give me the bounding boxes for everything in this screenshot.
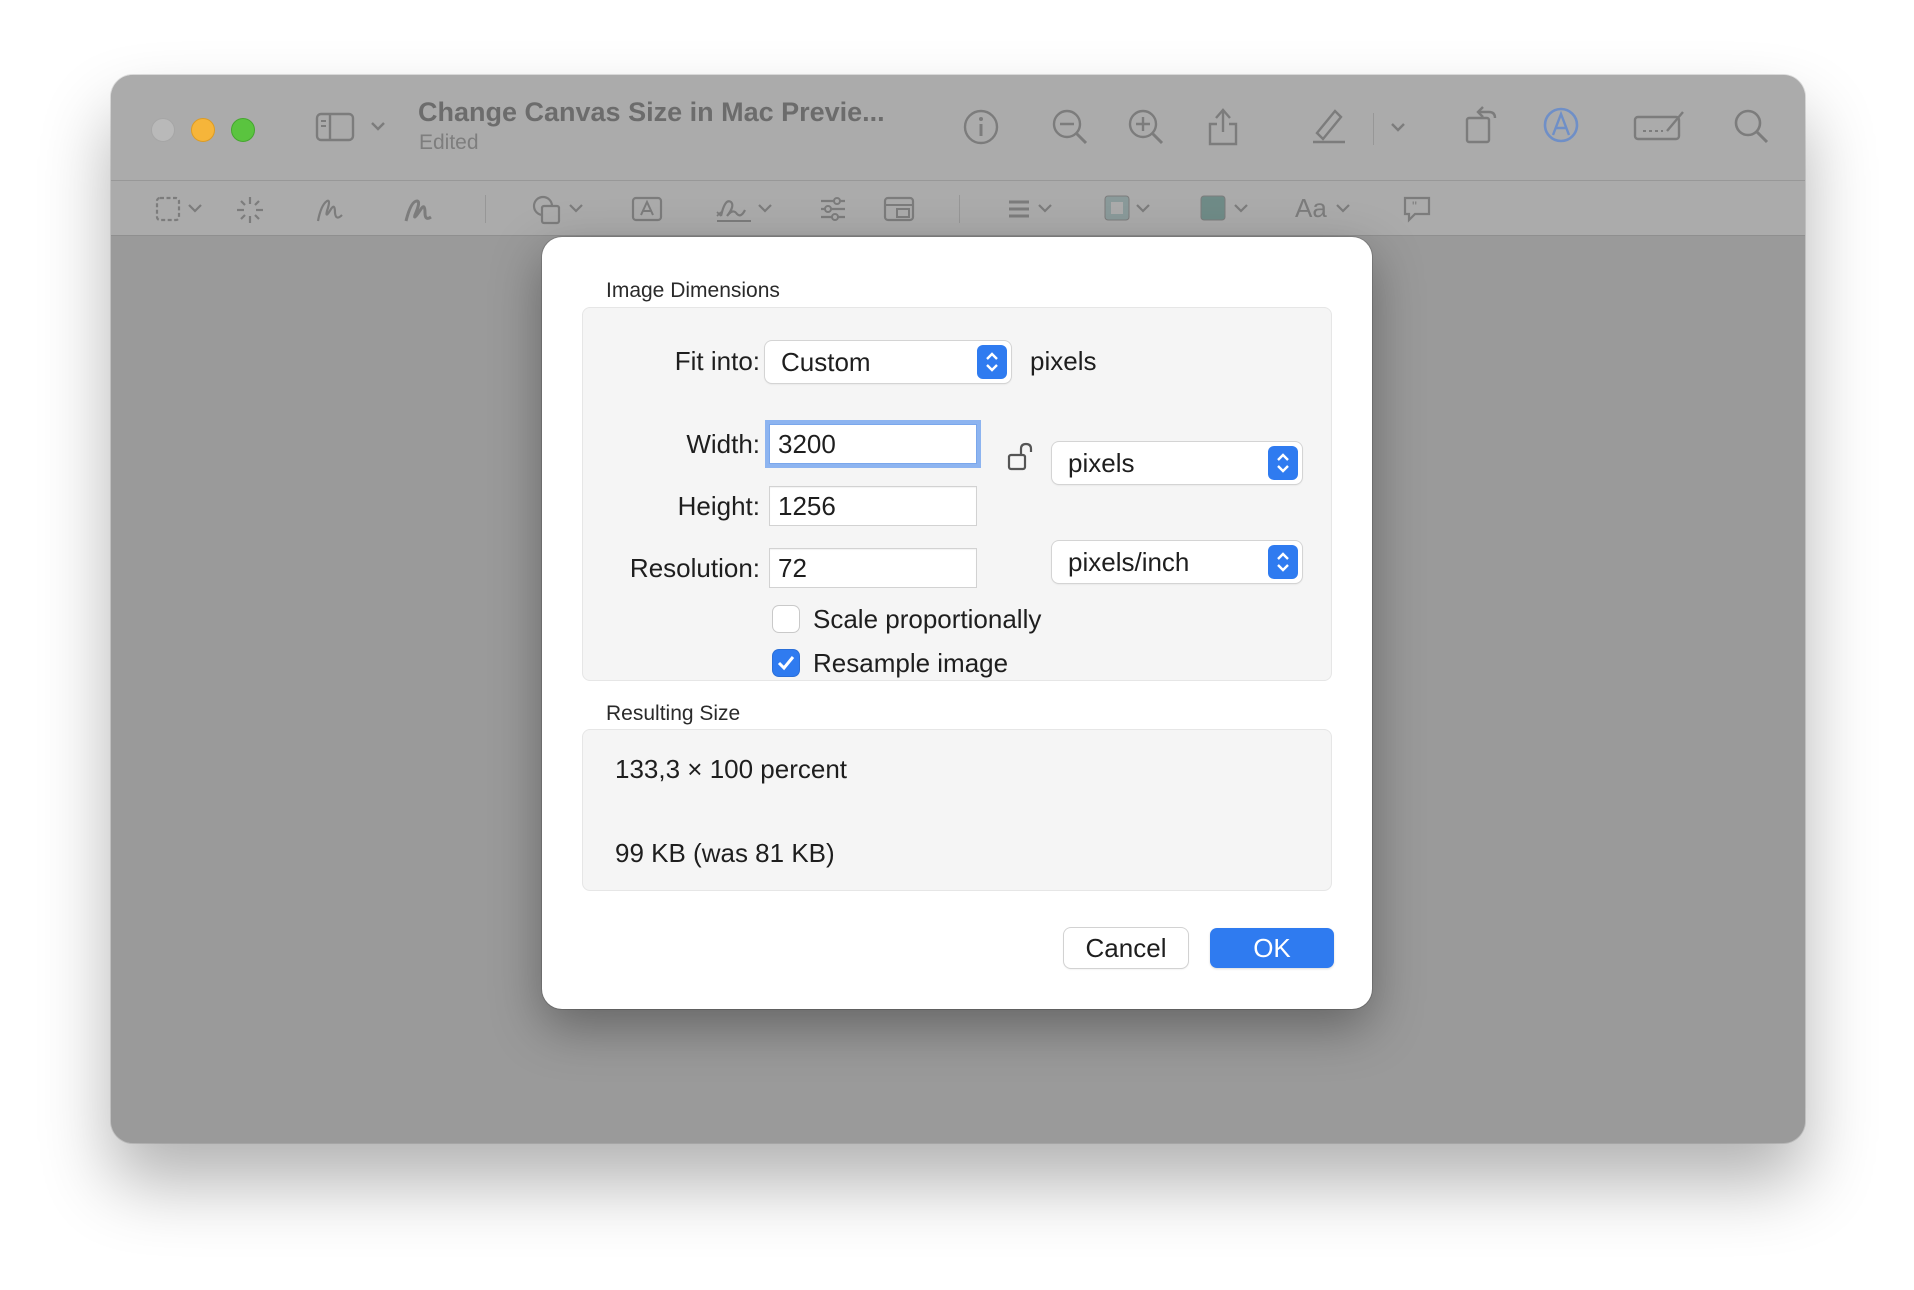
shape-style-icon[interactable] (1007, 198, 1031, 220)
chevron-down-icon[interactable] (757, 202, 773, 214)
chevron-down-icon[interactable] (1135, 202, 1151, 214)
text-style-icon[interactable]: Aa (1295, 193, 1327, 224)
sidebar-icon[interactable] (315, 112, 355, 142)
fill-color-icon[interactable] (1199, 194, 1227, 222)
chevron-down-icon[interactable] (568, 202, 584, 214)
sketch-icon[interactable] (315, 195, 345, 225)
height-field[interactable] (769, 486, 977, 526)
chevron-down-icon[interactable] (1335, 202, 1351, 214)
sign-icon[interactable] (715, 194, 755, 226)
draw-icon[interactable] (403, 195, 433, 225)
rectangular-selection-icon[interactable] (155, 196, 181, 222)
resulting-size-heading: Resulting Size (606, 702, 741, 725)
width-field[interactable] (769, 424, 977, 464)
resolution-unit-value: pixels/inch (1068, 547, 1190, 577)
ok-button[interactable]: OK (1210, 928, 1334, 968)
fit-into-label: Fit into: (674, 346, 760, 376)
rotate-icon[interactable] (1461, 104, 1501, 146)
maximize-window-button[interactable] (231, 118, 255, 142)
toolbar-separator (485, 195, 486, 223)
image-dimensions-heading: Image Dimensions (606, 279, 780, 302)
resulting-size-panel: 133,3 × 100 percent 99 KB (was 81 KB) (582, 729, 1332, 891)
chevron-down-icon[interactable] (369, 119, 387, 133)
size-unit-select[interactable]: pixels (1052, 442, 1302, 484)
toolbar-separator (959, 195, 960, 223)
adjust-size-dialog: Image Dimensions Fit into: Custom pixels… (542, 237, 1372, 1009)
document-title: Change Canvas Size in Mac Previe... (418, 97, 885, 127)
resolution-input[interactable] (770, 549, 976, 587)
stepper-arrows-icon (977, 345, 1007, 379)
shapes-icon[interactable] (531, 194, 563, 226)
chevron-down-icon[interactable] (1233, 202, 1249, 214)
height-input[interactable] (770, 487, 976, 525)
signature-icon[interactable] (1633, 109, 1685, 143)
svg-text:": " (1412, 198, 1417, 214)
search-icon[interactable] (1731, 106, 1771, 146)
resulting-file-size: 99 KB (was 81 KB) (615, 838, 835, 868)
fit-into-select[interactable]: Custom (765, 341, 1011, 383)
pencil-icon[interactable] (1309, 105, 1349, 145)
resolution-label: Resolution: (629, 553, 760, 583)
scale-proportionally-checkbox[interactable] (773, 606, 799, 632)
unlocked-lock-icon[interactable] (1007, 441, 1037, 473)
resolution-field[interactable] (769, 548, 977, 588)
minimize-window-button[interactable] (191, 118, 215, 142)
size-unit-value: pixels (1068, 448, 1135, 478)
scale-proportionally-label: Scale proportionally (813, 604, 1042, 634)
stepper-arrows-icon (1268, 446, 1298, 480)
chevron-down-icon[interactable] (1037, 202, 1053, 214)
width-input[interactable] (770, 425, 976, 463)
fit-into-unit: pixels (1030, 346, 1097, 376)
adjust-size-icon[interactable] (883, 196, 915, 222)
title-bar: Change Canvas Size in Mac Previe... Edit… (111, 75, 1805, 181)
instant-alpha-icon[interactable] (235, 195, 265, 225)
toolbar-separator (1373, 113, 1374, 145)
zoom-in-icon[interactable] (1125, 106, 1167, 148)
resample-image-label: Resample image (813, 648, 1009, 678)
height-label: Height: (677, 491, 760, 521)
close-window-button[interactable] (151, 118, 175, 142)
border-color-icon[interactable] (1103, 194, 1131, 222)
share-icon[interactable] (1205, 102, 1241, 148)
fit-into-value: Custom (781, 347, 871, 377)
image-dimensions-panel: Fit into: Custom pixels Width: Height: R… (582, 307, 1332, 681)
markup-icon[interactable] (1541, 105, 1581, 145)
checkmark-icon (777, 656, 795, 671)
zoom-out-icon[interactable] (1049, 106, 1091, 148)
chevron-down-icon[interactable] (1389, 120, 1407, 134)
note-icon[interactable]: " (1401, 194, 1433, 224)
resolution-unit-select[interactable]: pixels/inch (1052, 541, 1302, 583)
text-box-icon[interactable] (631, 196, 663, 222)
cancel-button[interactable]: Cancel (1064, 928, 1188, 968)
document-status: Edited (419, 131, 479, 154)
adjust-color-icon[interactable] (819, 196, 847, 222)
resulting-percent: 133,3 × 100 percent (615, 754, 848, 784)
info-icon[interactable] (961, 107, 1001, 147)
width-label: Width: (686, 429, 760, 459)
markup-toolbar: Aa " (111, 181, 1805, 236)
chevron-down-icon[interactable] (187, 202, 203, 214)
stepper-arrows-icon (1268, 545, 1298, 579)
resample-image-checkbox[interactable] (773, 650, 799, 676)
